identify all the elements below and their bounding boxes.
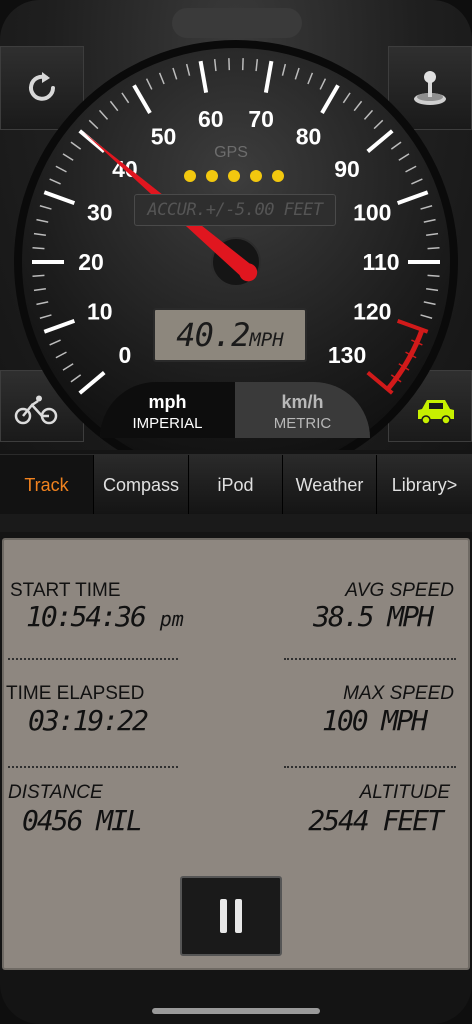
imperial-unit-main: mph	[148, 392, 187, 412]
metric-unit-button[interactable]: km/h METRIC	[235, 382, 370, 438]
speed-value: 40.2	[176, 316, 250, 354]
altitude-label: ALTITUDE	[359, 782, 450, 803]
gauge-tick-label: 130	[328, 342, 366, 368]
gauge-tick-label: 30	[87, 199, 113, 225]
avg-speed-label: AVG SPEED	[345, 580, 454, 601]
tab-compass[interactable]: Compass	[94, 455, 189, 515]
gauge-tick-label: 70	[248, 106, 274, 132]
speedometer-area: 0102030405060708090100110120130 GPS ACCU…	[0, 0, 472, 450]
gauge-minor-tick	[427, 247, 440, 250]
pause-button[interactable]	[180, 876, 282, 956]
avg-speed-value: 38.5 MPH	[313, 600, 434, 633]
gauge-tick-label: 50	[151, 123, 177, 149]
time-elapsed-label: TIME ELAPSED	[6, 683, 145, 704]
gauge-tick-label: 60	[198, 106, 224, 132]
max-speed-label: MAX SPEED	[343, 683, 454, 704]
gps-signal-dot	[250, 170, 262, 182]
max-speed-value: 100 MPH	[321, 704, 428, 737]
gps-accuracy-display: ACCUR.+/-5.00 FEET	[134, 194, 336, 226]
gauge-tick-label: 0	[119, 342, 132, 368]
gps-signal-dot	[206, 170, 218, 182]
distance-value: 0456 MIL	[22, 804, 143, 837]
start-time-clock: 10:54:36	[26, 600, 147, 633]
speed-unit: MPH	[249, 329, 284, 351]
tab-weather[interactable]: Weather	[283, 455, 377, 515]
start-time-value: 10:54:36 pm	[26, 600, 184, 633]
metric-unit-main: km/h	[281, 392, 324, 412]
time-elapsed-value: 03:19:22	[28, 704, 149, 737]
gps-signal-dot	[228, 170, 240, 182]
device-notch	[172, 8, 302, 38]
distance-label: DISTANCE	[8, 782, 103, 803]
needle-cap	[239, 263, 258, 282]
gauge-tick-label: 90	[334, 156, 360, 182]
speed-lcd-display: 40.2MPH	[153, 308, 307, 362]
tab-library[interactable]: Library>	[377, 455, 472, 515]
home-indicator[interactable]	[152, 1008, 320, 1014]
metric-unit-sub: METRIC	[273, 415, 332, 432]
gauge-minor-tick	[32, 274, 45, 277]
gps-label: GPS	[214, 144, 248, 161]
imperial-unit-button[interactable]: mph IMPERIAL	[100, 382, 235, 438]
divider	[284, 658, 456, 660]
pause-icon	[216, 899, 246, 933]
gauge-minor-tick	[427, 274, 440, 277]
start-time-label: START TIME	[10, 580, 121, 601]
tab-bar: Track Compass iPod Weather Library>	[0, 454, 472, 516]
gps-signal-dot	[272, 170, 284, 182]
unit-selector: mph IMPERIAL km/h METRIC	[100, 382, 370, 438]
gauge-tick-label: 100	[353, 199, 391, 225]
gauge-tick-label: 20	[78, 249, 104, 275]
gauge-minor-tick	[32, 247, 45, 250]
altitude-value: 2544 FEET	[308, 804, 444, 837]
divider	[284, 766, 456, 768]
divider	[8, 766, 178, 768]
gauge-tick-label: 120	[353, 299, 391, 325]
imperial-unit-sub: IMPERIAL	[132, 415, 203, 432]
divider	[8, 658, 178, 660]
gauge-tick-label: 10	[87, 299, 113, 325]
gps-signal-dot	[184, 170, 196, 182]
start-time-ampm: pm	[159, 607, 184, 631]
phone-frame: 0102030405060708090100110120130 GPS ACCU…	[0, 0, 472, 1024]
gauge-tick-label: 80	[296, 123, 322, 149]
tab-ipod[interactable]: iPod	[189, 455, 283, 515]
tab-track[interactable]: Track	[0, 455, 94, 515]
gauge-tick-label: 110	[362, 249, 399, 275]
separator-bar	[0, 514, 472, 532]
